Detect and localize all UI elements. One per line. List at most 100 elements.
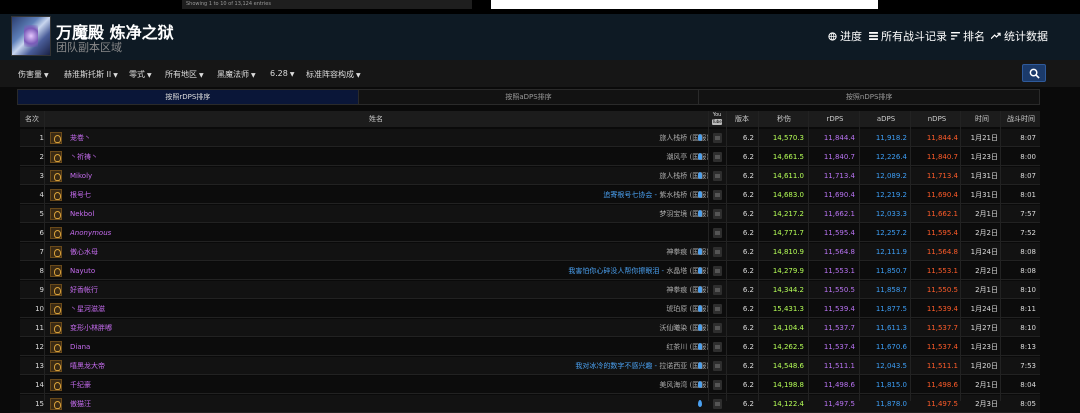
video-icon[interactable] — [713, 285, 722, 295]
duration-cell[interactable]: 7:57 — [1002, 205, 1036, 223]
player-name-link[interactable]: 丶祈祷丶 — [70, 148, 98, 166]
col-version[interactable]: 版本 — [726, 111, 758, 127]
nav-progress[interactable]: 进度 — [828, 28, 862, 44]
col-duration[interactable]: 战斗时间 — [1002, 111, 1040, 127]
player-name-link[interactable]: 嘻黑龙大帝 — [70, 357, 105, 375]
filter-composition[interactable]: 标准阵容构成 ▼ — [306, 69, 361, 80]
col-dps[interactable]: 秒伤 — [760, 111, 808, 127]
video-icon[interactable] — [713, 342, 722, 352]
column-divider — [44, 111, 45, 401]
duration-cell[interactable]: 8:07 — [1002, 167, 1036, 185]
video-icon[interactable] — [713, 266, 722, 276]
duration-cell[interactable]: 8:10 — [1002, 281, 1036, 299]
player-name-link[interactable]: 傲心水母 — [70, 243, 98, 261]
table-row[interactable]: 1 茏卷丶 旅人栈桥 (国服) 6.2 14,570.3 11,844.4 11,918.2… — [20, 129, 1040, 147]
filter-encounter[interactable]: 赫淮斯托斯 II ▼ — [64, 69, 118, 80]
adps-cell: 11,611.3 — [875, 324, 907, 332]
player-name-link[interactable]: 好香帐行 — [70, 281, 98, 299]
search-button[interactable] — [1022, 64, 1046, 82]
duration-cell[interactable]: 7:52 — [1002, 224, 1036, 242]
guild-name[interactable]: 我对冰冷的数字不感兴趣 - — [575, 362, 659, 370]
guild-name[interactable]: 我害怕你心碎没人帮你擦眼泪 - — [568, 267, 666, 275]
table-row[interactable]: 11 变形小林胖嘟 沃仙曦染 (国服) 6.2 14,104.4 11,537.7 11,6… — [20, 319, 1040, 337]
duration-cell[interactable]: 8:04 — [1002, 376, 1036, 394]
col-rank[interactable]: 名次 — [20, 111, 44, 127]
player-name-link[interactable]: 茏卷丶 — [70, 129, 91, 147]
nav-rankings[interactable]: 排名 — [951, 28, 985, 44]
video-icon[interactable] — [713, 190, 722, 200]
table-row[interactable]: 12 Diana 红茶川 (国服) 6.2 14,262.5 11,537.4 11,670… — [20, 338, 1040, 356]
version-cell: 6.2 — [742, 134, 754, 142]
version-cell: 6.2 — [742, 400, 754, 408]
duration-cell[interactable]: 8:08 — [1002, 262, 1036, 280]
duration-cell[interactable]: 8:08 — [1002, 243, 1036, 261]
col-rdps[interactable]: rDPS — [810, 111, 860, 127]
black-mage-spec-icon — [50, 189, 62, 201]
video-icon[interactable] — [713, 152, 722, 162]
table-row[interactable]: 4 根号七 追寄根号七协会 - 紫水栈桥 (国服) 6.2 14,683.0 11,690… — [20, 186, 1040, 204]
video-icon[interactable] — [713, 323, 722, 333]
duration-cell[interactable]: 8:01 — [1002, 186, 1036, 204]
player-name-link[interactable]: 傲猫汪 — [70, 395, 91, 413]
search-icon — [1029, 68, 1040, 79]
table-row[interactable]: 9 好香帐行 神拳痕 (国服) 6.2 14,344.2 11,550.5 11,858.7… — [20, 281, 1040, 299]
chevron-down-icon: ▼ — [251, 72, 256, 79]
col-name[interactable]: 姓名 — [44, 111, 708, 127]
video-icon[interactable] — [713, 228, 722, 238]
video-icon[interactable] — [713, 247, 722, 257]
duration-cell[interactable]: 8:10 — [1002, 319, 1036, 337]
player-name-link[interactable]: Mikoly — [70, 167, 92, 185]
video-icon[interactable] — [713, 380, 722, 390]
filter-encounter-label: 赫淮斯托斯 II — [64, 70, 112, 79]
duration-cell[interactable]: 8:07 — [1002, 129, 1036, 147]
tab-sort-adps[interactable]: 按照aDPS排序 — [358, 90, 700, 104]
player-name-link[interactable]: Anonymous — [70, 224, 111, 242]
nav-statistics[interactable]: 统计数据 — [991, 28, 1048, 44]
table-row[interactable]: 7 傲心水母 神拳痕 (国服) 6.2 14,810.9 11,564.8 12,111.9… — [20, 243, 1040, 261]
video-icon[interactable] — [713, 209, 722, 219]
player-name-link[interactable]: 根号七 — [70, 186, 91, 204]
table-row[interactable]: 3 Mikoly 旅人栈桥 (国服) 6.2 14,611.0 11,713.4 12,08… — [20, 167, 1040, 185]
filter-patch[interactable]: 6.28 ▼ — [270, 69, 294, 78]
table-row[interactable]: 15 傲猫汪 6.2 14,122.4 11,497.5 11,878.0 11,497.5… — [20, 395, 1040, 413]
filter-region[interactable]: 所有地区 ▼ — [165, 69, 204, 80]
table-row[interactable]: 10 丶星河滋滋 琥珀原 (国服) 6.2 15,431.3 11,539.4 11,877… — [20, 300, 1040, 318]
table-row[interactable]: 8 Nayuto 我害怕你心碎没人帮你擦眼泪 - 水晶塔 (国服) 6.2 14,279… — [20, 262, 1040, 280]
duration-cell[interactable]: 8:05 — [1002, 395, 1036, 413]
filter-class[interactable]: 黑魔法师 ▼ — [217, 69, 256, 80]
video-icon[interactable] — [713, 304, 722, 314]
duration-cell[interactable]: 7:53 — [1002, 357, 1036, 375]
guild-name[interactable]: 追寄根号七协会 - — [603, 191, 659, 199]
table-row[interactable]: 2 丶祈祷丶 潮风亭 (国服) 6.2 14,661.5 11,840.7 12,226.4… — [20, 148, 1040, 166]
player-name-link[interactable]: 丶星河滋滋 — [70, 300, 105, 318]
server-name: 神拳痕 (国服) — [666, 248, 709, 256]
col-adps[interactable]: aDPS — [861, 111, 911, 127]
black-mage-spec-icon — [50, 322, 62, 334]
table-row[interactable]: 13 嘻黑龙大帝 我对冰冷的数字不感兴趣 - 拉诺西亚 (国服) 6.2 14,548.… — [20, 357, 1040, 375]
tab-sort-ndps[interactable]: 按照nDPS排序 — [699, 90, 1040, 104]
adps-cell: 12,257.2 — [875, 229, 907, 237]
col-date[interactable]: 时间 — [962, 111, 1002, 127]
player-name-link[interactable]: Nayuto — [70, 262, 95, 280]
col-ndps[interactable]: nDPS — [913, 111, 961, 127]
duration-cell[interactable]: 8:11 — [1002, 300, 1036, 318]
player-name-link[interactable]: 变形小林胖嘟 — [70, 319, 112, 337]
video-icon[interactable] — [713, 133, 722, 143]
rank-cell: 3 — [39, 172, 44, 180]
table-row[interactable]: 14 千纪豪 美风海湾 (国服) 6.2 14,198.8 11,498.6 11,815.… — [20, 376, 1040, 394]
table-row[interactable]: 6 Anonymous 6.2 14,771.7 11,595.4 12,257.2 11,… — [20, 224, 1040, 242]
player-name-link[interactable]: 千纪豪 — [70, 376, 91, 394]
filter-difficulty[interactable]: 零式 ▼ — [129, 69, 152, 80]
duration-cell[interactable]: 8:00 — [1002, 148, 1036, 166]
video-icon[interactable] — [713, 361, 722, 371]
nav-statistics-label: 统计数据 — [1004, 30, 1048, 43]
rdps-cell: 11,844.4 — [823, 134, 855, 142]
nav-all-fights[interactable]: 所有战斗记录 — [869, 28, 947, 44]
video-icon[interactable] — [713, 171, 722, 181]
table-row[interactable]: 5 Nekbol 梦羽宝境 (国服) 6.2 14,217.2 11,662.1 12,03… — [20, 205, 1040, 223]
tab-sort-rdps[interactable]: 按照rDPS排序 — [18, 90, 359, 104]
filter-metric[interactable]: 伤害量 ▼ — [18, 69, 49, 80]
player-name-link[interactable]: Diana — [70, 338, 90, 356]
duration-cell[interactable]: 8:13 — [1002, 338, 1036, 356]
player-name-link[interactable]: Nekbol — [70, 205, 94, 223]
